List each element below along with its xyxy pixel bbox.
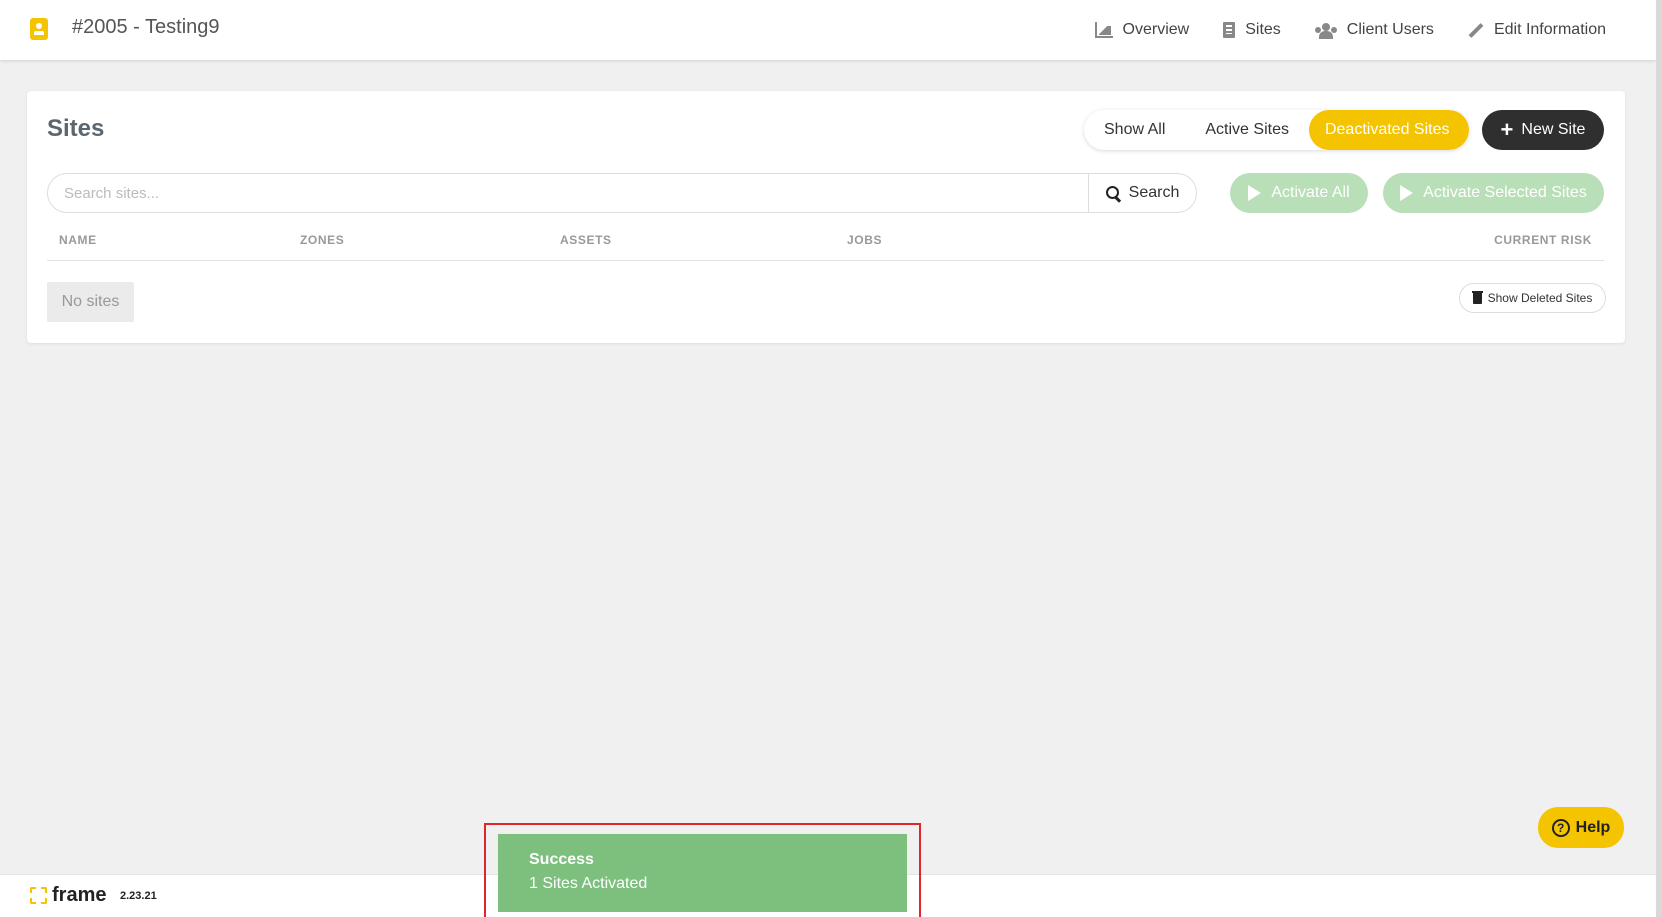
column-current-risk[interactable]: CURRENT RISK (1494, 233, 1592, 247)
trash-icon (1471, 290, 1483, 304)
show-deleted-sites-button[interactable]: Show Deleted Sites (1459, 283, 1606, 313)
frame-logo-icon (30, 887, 47, 904)
top-bar: #2005 - Testing9 Overview Sites Client U… (0, 0, 1656, 60)
show-deleted-label: Show Deleted Sites (1487, 291, 1593, 305)
app-version: 2.23.21 (120, 890, 157, 902)
search-bar: Search (47, 173, 1197, 213)
top-nav: Overview Sites Client Users Edit Informa… (1094, 0, 1606, 60)
empty-state: No sites (47, 282, 134, 322)
nav-sites[interactable]: Sites (1223, 21, 1281, 39)
help-label: Help (1575, 818, 1611, 836)
column-assets[interactable]: ASSETS (560, 233, 612, 247)
column-zones[interactable]: ZONES (300, 233, 344, 247)
site-filter-group: Show All Active Sites Deactivated Sites (1084, 110, 1470, 150)
new-site-button[interactable]: + New Site (1482, 110, 1604, 150)
users-icon (1314, 22, 1337, 39)
play-icon (1248, 185, 1262, 201)
scrollbar-track[interactable] (1656, 0, 1662, 917)
column-jobs[interactable]: JOBS (847, 233, 882, 247)
table-header: NAME ZONES ASSETS JOBS CURRENT RISK (47, 219, 1604, 261)
plus-icon: + (1500, 117, 1514, 142)
search-icon (1105, 185, 1121, 201)
toast-title: Success (529, 851, 594, 868)
search-button-label: Search (1128, 184, 1180, 201)
contact-card-icon (30, 18, 48, 40)
column-name[interactable]: NAME (59, 233, 97, 247)
nav-edit-information-label: Edit Information (1493, 21, 1606, 38)
page-title: #2005 - Testing9 (72, 16, 220, 38)
success-toast[interactable]: Success 1 Sites Activated (498, 834, 907, 912)
filter-show-all[interactable]: Show All (1084, 110, 1185, 150)
building-icon (1223, 22, 1236, 38)
filter-active-sites[interactable]: Active Sites (1185, 110, 1309, 150)
nav-edit-information[interactable]: Edit Information (1468, 21, 1606, 39)
search-input[interactable] (48, 174, 1088, 212)
pencil-icon (1468, 22, 1484, 38)
sites-card: Sites Show All Active Sites Deactivated … (27, 91, 1625, 343)
sites-heading: Sites (47, 115, 105, 142)
nav-client-users[interactable]: Client Users (1314, 21, 1434, 39)
nav-client-users-label: Client Users (1346, 21, 1434, 38)
nav-sites-label: Sites (1245, 21, 1281, 38)
toast-message: 1 Sites Activated (529, 875, 648, 892)
search-button[interactable]: Search (1088, 174, 1196, 212)
filter-deactivated-sites[interactable]: Deactivated Sites (1308, 110, 1470, 150)
chart-icon (1094, 22, 1113, 38)
help-button[interactable]: ? Help (1538, 807, 1624, 848)
question-icon: ? (1551, 818, 1570, 837)
new-site-label: New Site (1521, 121, 1586, 138)
activate-all-button[interactable]: Activate All (1230, 173, 1368, 213)
nav-overview-label: Overview (1122, 21, 1190, 38)
activate-selected-label: Activate Selected Sites (1423, 184, 1587, 201)
activate-selected-button[interactable]: Activate Selected Sites (1383, 173, 1604, 213)
brand-name: frame (52, 884, 107, 906)
activate-all-label: Activate All (1271, 184, 1350, 201)
play-icon (1400, 185, 1414, 201)
nav-overview[interactable]: Overview (1094, 21, 1190, 39)
